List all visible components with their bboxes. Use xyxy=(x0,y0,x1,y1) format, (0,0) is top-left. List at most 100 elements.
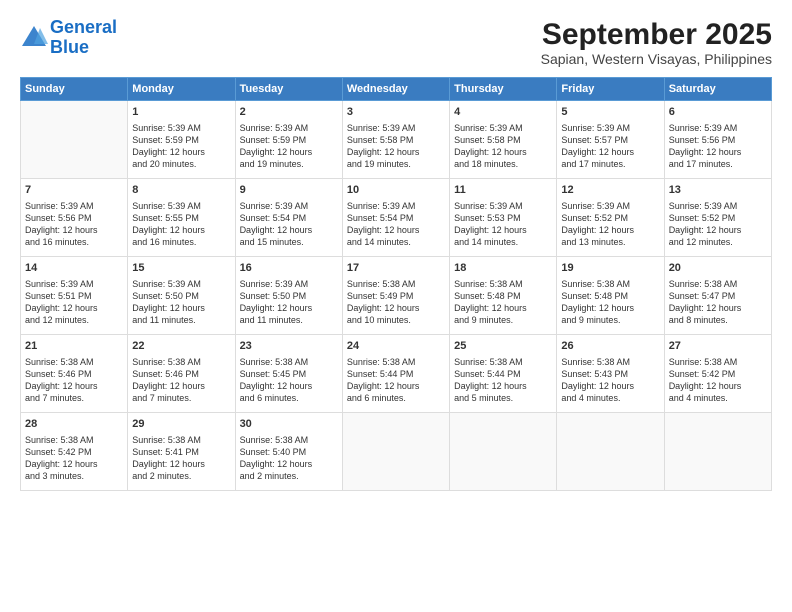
cell-line-1: Sunset: 5:52 PM xyxy=(669,212,767,224)
day-number: 13 xyxy=(669,183,767,198)
cell-line-2: Daylight: 12 hours xyxy=(669,224,767,236)
cell-line-2: Daylight: 12 hours xyxy=(454,302,552,314)
cell-line-0: Sunrise: 5:39 AM xyxy=(132,122,230,134)
cell-line-2: Daylight: 12 hours xyxy=(669,146,767,158)
cell-line-3: and 15 minutes. xyxy=(240,236,338,248)
day-number: 24 xyxy=(347,339,445,354)
calendar-cell-w2d6: 20Sunrise: 5:38 AMSunset: 5:47 PMDayligh… xyxy=(664,257,771,335)
cell-line-0: Sunrise: 5:38 AM xyxy=(347,278,445,290)
cell-line-3: and 7 minutes. xyxy=(132,392,230,404)
header-sunday: Sunday xyxy=(21,78,128,101)
calendar-cell-w2d2: 16Sunrise: 5:39 AMSunset: 5:50 PMDayligh… xyxy=(235,257,342,335)
cell-line-2: Daylight: 12 hours xyxy=(561,146,659,158)
cell-line-0: Sunrise: 5:38 AM xyxy=(240,434,338,446)
cell-line-1: Sunset: 5:48 PM xyxy=(454,290,552,302)
calendar-week-3: 21Sunrise: 5:38 AMSunset: 5:46 PMDayligh… xyxy=(21,335,772,413)
day-number: 4 xyxy=(454,105,552,120)
calendar-title: September 2025 xyxy=(541,18,772,51)
cell-line-2: Daylight: 12 hours xyxy=(25,458,123,470)
cell-line-1: Sunset: 5:40 PM xyxy=(240,446,338,458)
calendar-cell-w4d4 xyxy=(450,413,557,491)
calendar-subtitle: Sapian, Western Visayas, Philippines xyxy=(541,51,772,67)
cell-line-3: and 17 minutes. xyxy=(561,158,659,170)
day-number: 19 xyxy=(561,261,659,276)
calendar-cell-w2d0: 14Sunrise: 5:39 AMSunset: 5:51 PMDayligh… xyxy=(21,257,128,335)
header-thursday: Thursday xyxy=(450,78,557,101)
day-number: 11 xyxy=(454,183,552,198)
calendar-week-1: 7Sunrise: 5:39 AMSunset: 5:56 PMDaylight… xyxy=(21,179,772,257)
day-number: 22 xyxy=(132,339,230,354)
calendar-cell-w4d0: 28Sunrise: 5:38 AMSunset: 5:42 PMDayligh… xyxy=(21,413,128,491)
cell-line-3: and 17 minutes. xyxy=(669,158,767,170)
calendar-cell-w1d5: 12Sunrise: 5:39 AMSunset: 5:52 PMDayligh… xyxy=(557,179,664,257)
cell-line-0: Sunrise: 5:39 AM xyxy=(240,200,338,212)
cell-line-2: Daylight: 12 hours xyxy=(347,302,445,314)
day-number: 28 xyxy=(25,417,123,432)
cell-line-1: Sunset: 5:55 PM xyxy=(132,212,230,224)
cell-line-1: Sunset: 5:53 PM xyxy=(454,212,552,224)
cell-line-2: Daylight: 12 hours xyxy=(240,302,338,314)
cell-line-3: and 9 minutes. xyxy=(561,314,659,326)
cell-line-1: Sunset: 5:46 PM xyxy=(25,368,123,380)
day-number: 29 xyxy=(132,417,230,432)
calendar-cell-w0d3: 3Sunrise: 5:39 AMSunset: 5:58 PMDaylight… xyxy=(342,101,449,179)
cell-line-1: Sunset: 5:50 PM xyxy=(132,290,230,302)
day-number: 5 xyxy=(561,105,659,120)
day-number: 1 xyxy=(132,105,230,120)
cell-line-2: Daylight: 12 hours xyxy=(25,380,123,392)
cell-line-0: Sunrise: 5:39 AM xyxy=(669,122,767,134)
cell-line-0: Sunrise: 5:39 AM xyxy=(454,200,552,212)
calendar-cell-w4d2: 30Sunrise: 5:38 AMSunset: 5:40 PMDayligh… xyxy=(235,413,342,491)
calendar-cell-w0d4: 4Sunrise: 5:39 AMSunset: 5:58 PMDaylight… xyxy=(450,101,557,179)
day-number: 12 xyxy=(561,183,659,198)
cell-line-1: Sunset: 5:54 PM xyxy=(347,212,445,224)
cell-line-0: Sunrise: 5:38 AM xyxy=(561,356,659,368)
cell-line-2: Daylight: 12 hours xyxy=(454,224,552,236)
cell-line-2: Daylight: 12 hours xyxy=(561,302,659,314)
cell-line-0: Sunrise: 5:39 AM xyxy=(240,122,338,134)
day-number: 21 xyxy=(25,339,123,354)
day-number: 23 xyxy=(240,339,338,354)
cell-line-3: and 16 minutes. xyxy=(132,236,230,248)
logo-line1: General xyxy=(50,17,117,37)
cell-line-2: Daylight: 12 hours xyxy=(240,380,338,392)
cell-line-1: Sunset: 5:51 PM xyxy=(25,290,123,302)
weekday-header-row: Sunday Monday Tuesday Wednesday Thursday… xyxy=(21,78,772,101)
day-number: 10 xyxy=(347,183,445,198)
cell-line-3: and 10 minutes. xyxy=(347,314,445,326)
cell-line-0: Sunrise: 5:39 AM xyxy=(669,200,767,212)
cell-line-1: Sunset: 5:49 PM xyxy=(347,290,445,302)
day-number: 9 xyxy=(240,183,338,198)
cell-line-3: and 6 minutes. xyxy=(347,392,445,404)
cell-line-1: Sunset: 5:46 PM xyxy=(132,368,230,380)
day-number: 18 xyxy=(454,261,552,276)
calendar-week-4: 28Sunrise: 5:38 AMSunset: 5:42 PMDayligh… xyxy=(21,413,772,491)
cell-line-1: Sunset: 5:58 PM xyxy=(347,134,445,146)
calendar-cell-w2d5: 19Sunrise: 5:38 AMSunset: 5:48 PMDayligh… xyxy=(557,257,664,335)
cell-line-1: Sunset: 5:41 PM xyxy=(132,446,230,458)
calendar-cell-w4d1: 29Sunrise: 5:38 AMSunset: 5:41 PMDayligh… xyxy=(128,413,235,491)
cell-line-3: and 11 minutes. xyxy=(132,314,230,326)
cell-line-0: Sunrise: 5:39 AM xyxy=(347,200,445,212)
calendar-cell-w1d2: 9Sunrise: 5:39 AMSunset: 5:54 PMDaylight… xyxy=(235,179,342,257)
cell-line-1: Sunset: 5:56 PM xyxy=(669,134,767,146)
calendar-cell-w3d6: 27Sunrise: 5:38 AMSunset: 5:42 PMDayligh… xyxy=(664,335,771,413)
cell-line-2: Daylight: 12 hours xyxy=(240,146,338,158)
day-number: 25 xyxy=(454,339,552,354)
header-monday: Monday xyxy=(128,78,235,101)
cell-line-3: and 8 minutes. xyxy=(669,314,767,326)
calendar-cell-w2d1: 15Sunrise: 5:39 AMSunset: 5:50 PMDayligh… xyxy=(128,257,235,335)
logo-icon xyxy=(20,24,48,52)
calendar-cell-w2d4: 18Sunrise: 5:38 AMSunset: 5:48 PMDayligh… xyxy=(450,257,557,335)
day-number: 16 xyxy=(240,261,338,276)
day-number: 14 xyxy=(25,261,123,276)
cell-line-2: Daylight: 12 hours xyxy=(669,380,767,392)
cell-line-1: Sunset: 5:42 PM xyxy=(669,368,767,380)
calendar-cell-w0d2: 2Sunrise: 5:39 AMSunset: 5:59 PMDaylight… xyxy=(235,101,342,179)
cell-line-3: and 18 minutes. xyxy=(454,158,552,170)
cell-line-1: Sunset: 5:43 PM xyxy=(561,368,659,380)
logo: General Blue xyxy=(20,18,117,58)
cell-line-2: Daylight: 12 hours xyxy=(454,380,552,392)
day-number: 15 xyxy=(132,261,230,276)
header-saturday: Saturday xyxy=(664,78,771,101)
